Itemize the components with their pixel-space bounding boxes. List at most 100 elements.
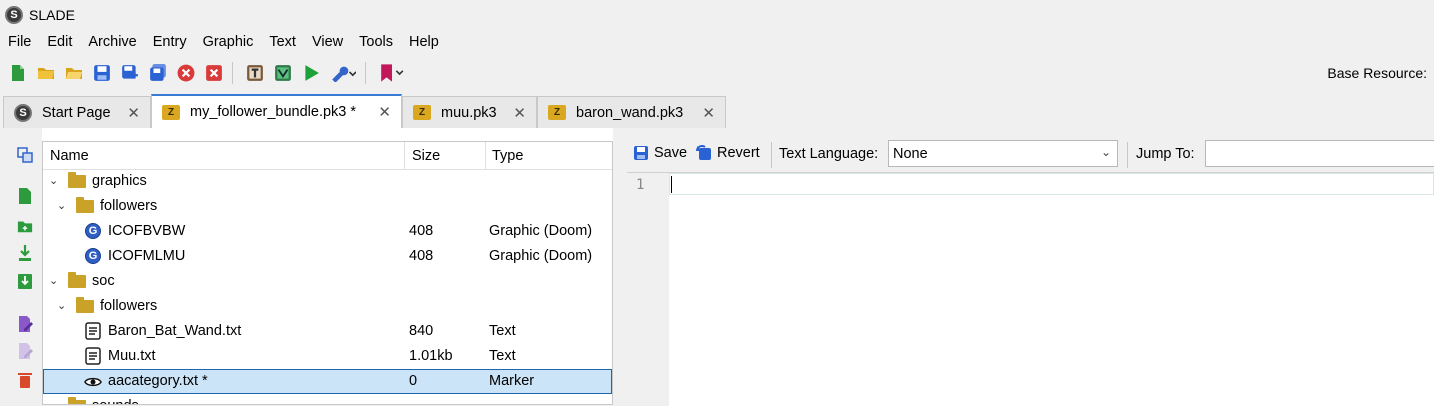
rename-disabled-icon xyxy=(15,341,35,361)
tree-row-sounds[interactable]: ⌄ sounds xyxy=(43,394,612,404)
entry-name: ICOFBVBW xyxy=(108,223,186,239)
close-icon[interactable]: ✕ xyxy=(378,103,391,121)
entry-type: Graphic (Doom) xyxy=(489,248,593,264)
entry-size: 840 xyxy=(409,323,434,339)
pk3-icon: Z xyxy=(413,105,431,121)
copy-entries-icon[interactable] xyxy=(15,145,35,165)
chevron-down-icon[interactable]: ⌄ xyxy=(57,199,71,213)
column-name[interactable]: Name xyxy=(50,148,89,164)
save-icon[interactable] xyxy=(90,61,114,85)
entry-type: Graphic (Doom) xyxy=(489,223,593,239)
map-editor-icon[interactable] xyxy=(271,61,295,85)
chevron-down-icon[interactable]: ⌄ xyxy=(49,399,63,404)
bookmark-icon[interactable] xyxy=(376,61,408,85)
entry-type: Text xyxy=(489,323,516,339)
text-file-icon xyxy=(84,347,102,365)
tab-baron-wand[interactable]: Z baron_wand.pk3 ✕ xyxy=(537,96,726,128)
window-title: SLADE xyxy=(29,7,75,23)
folder-icon xyxy=(68,171,86,189)
new-archive-icon[interactable] xyxy=(6,61,30,85)
tools-icon[interactable] xyxy=(327,61,359,85)
line-number-gutter: 1 xyxy=(627,173,669,406)
current-line-highlight xyxy=(669,173,1434,195)
entry-name: Baron_Bat_Wand.txt xyxy=(108,323,242,339)
panel-splitter[interactable] xyxy=(613,128,627,405)
menu-view[interactable]: View xyxy=(304,34,351,50)
new-directory-icon[interactable] xyxy=(15,216,35,236)
menu-bar: File Edit Archive Entry Graphic Text Vie… xyxy=(0,30,1434,54)
chevron-down-icon[interactable]: ⌄ xyxy=(57,299,71,313)
entry-name: Muu.txt xyxy=(108,348,156,364)
menu-file[interactable]: File xyxy=(0,34,39,50)
run-icon[interactable] xyxy=(299,61,323,85)
open-directory-icon[interactable] xyxy=(62,61,86,85)
column-divider[interactable] xyxy=(485,142,486,169)
toolbar-separator xyxy=(365,62,366,84)
rename-icon[interactable] xyxy=(15,314,35,334)
jump-to-label: Jump To: xyxy=(1136,146,1195,162)
close-all-icon[interactable] xyxy=(202,61,226,85)
text-editor-icon[interactable] xyxy=(243,61,267,85)
column-type[interactable]: Type xyxy=(492,148,523,164)
text-editor-area[interactable]: 1 xyxy=(627,172,1434,406)
close-archive-icon[interactable] xyxy=(174,61,198,85)
entry-name: graphics xyxy=(92,173,147,189)
toolbar-separator xyxy=(771,142,772,168)
tree-row-baron-bat-wand[interactable]: Baron_Bat_Wand.txt 840 Text xyxy=(43,319,612,344)
entry-toolbar xyxy=(0,128,42,405)
revert-button[interactable]: Revert xyxy=(696,145,760,161)
close-icon[interactable]: ✕ xyxy=(127,104,140,122)
tree-row-muu[interactable]: Muu.txt 1.01kb Text xyxy=(43,344,612,369)
text-file-icon xyxy=(84,322,102,340)
close-icon[interactable]: ✕ xyxy=(513,104,526,122)
tab-label: muu.pk3 xyxy=(441,104,497,121)
tree-row-icofmlmu[interactable]: G ICOFMLMU 408 Graphic (Doom) xyxy=(43,244,612,269)
new-entry-icon[interactable] xyxy=(15,186,35,206)
save-as-icon[interactable] xyxy=(118,61,142,85)
open-archive-icon[interactable] xyxy=(34,61,58,85)
chevron-down-icon[interactable]: ⌄ xyxy=(49,274,63,288)
menu-help[interactable]: Help xyxy=(401,34,447,50)
menu-edit[interactable]: Edit xyxy=(39,34,80,50)
text-language-label: Text Language: xyxy=(779,146,879,162)
text-language-value: None xyxy=(893,146,928,162)
entry-name: followers xyxy=(100,298,158,314)
column-size[interactable]: Size xyxy=(412,148,440,164)
column-divider[interactable] xyxy=(404,142,405,169)
entry-name: followers xyxy=(100,198,158,214)
menu-entry[interactable]: Entry xyxy=(145,34,195,50)
tree-row-followers[interactable]: ⌄ followers xyxy=(43,294,612,319)
menu-archive[interactable]: Archive xyxy=(80,34,144,50)
tree-header: Name Size Type xyxy=(43,142,612,170)
save-button[interactable]: Save xyxy=(633,145,687,161)
tree-row-icofbvbw[interactable]: G ICOFBVBW 408 Graphic (Doom) xyxy=(43,219,612,244)
save-all-icon[interactable] xyxy=(146,61,170,85)
line-number: 1 xyxy=(636,177,645,193)
menu-tools[interactable]: Tools xyxy=(351,34,401,50)
tree-row-followers[interactable]: ⌄ followers xyxy=(43,194,612,219)
import-icon[interactable] xyxy=(15,243,35,263)
text-language-select[interactable]: None ⌄ xyxy=(888,140,1118,167)
tab-start-page[interactable]: S Start Page ✕ xyxy=(3,96,151,128)
close-icon[interactable]: ✕ xyxy=(702,104,715,122)
jump-to-select[interactable] xyxy=(1205,140,1434,167)
folder-icon xyxy=(76,196,94,214)
menu-text[interactable]: Text xyxy=(261,34,304,50)
base-resource-label: Base Resource: xyxy=(1327,65,1427,81)
tree-row-soc[interactable]: ⌄ soc xyxy=(43,269,612,294)
tab-my-follower-bundle[interactable]: Z my_follower_bundle.pk3 * ✕ xyxy=(151,94,402,128)
title-bar: S SLADE xyxy=(0,0,1434,30)
entry-tree: Name Size Type ⌄ graphics ⌄ followers G … xyxy=(42,141,613,405)
tree-row-graphics[interactable]: ⌄ graphics xyxy=(43,169,612,194)
import-files-icon[interactable] xyxy=(15,271,35,291)
tab-muu[interactable]: Z muu.pk3 ✕ xyxy=(402,96,537,128)
tree-row-aacategory[interactable]: aacategory.txt * 0 Marker xyxy=(43,369,612,394)
entry-name: soc xyxy=(92,273,115,289)
chevron-down-icon[interactable]: ⌄ xyxy=(49,174,63,188)
delete-icon[interactable] xyxy=(15,370,35,390)
save-label: Save xyxy=(654,145,688,161)
archive-tabs: S Start Page ✕ Z my_follower_bundle.pk3 … xyxy=(0,94,1434,128)
folder-icon xyxy=(76,296,94,314)
menu-graphic[interactable]: Graphic xyxy=(195,34,262,50)
save-icon xyxy=(634,146,648,160)
